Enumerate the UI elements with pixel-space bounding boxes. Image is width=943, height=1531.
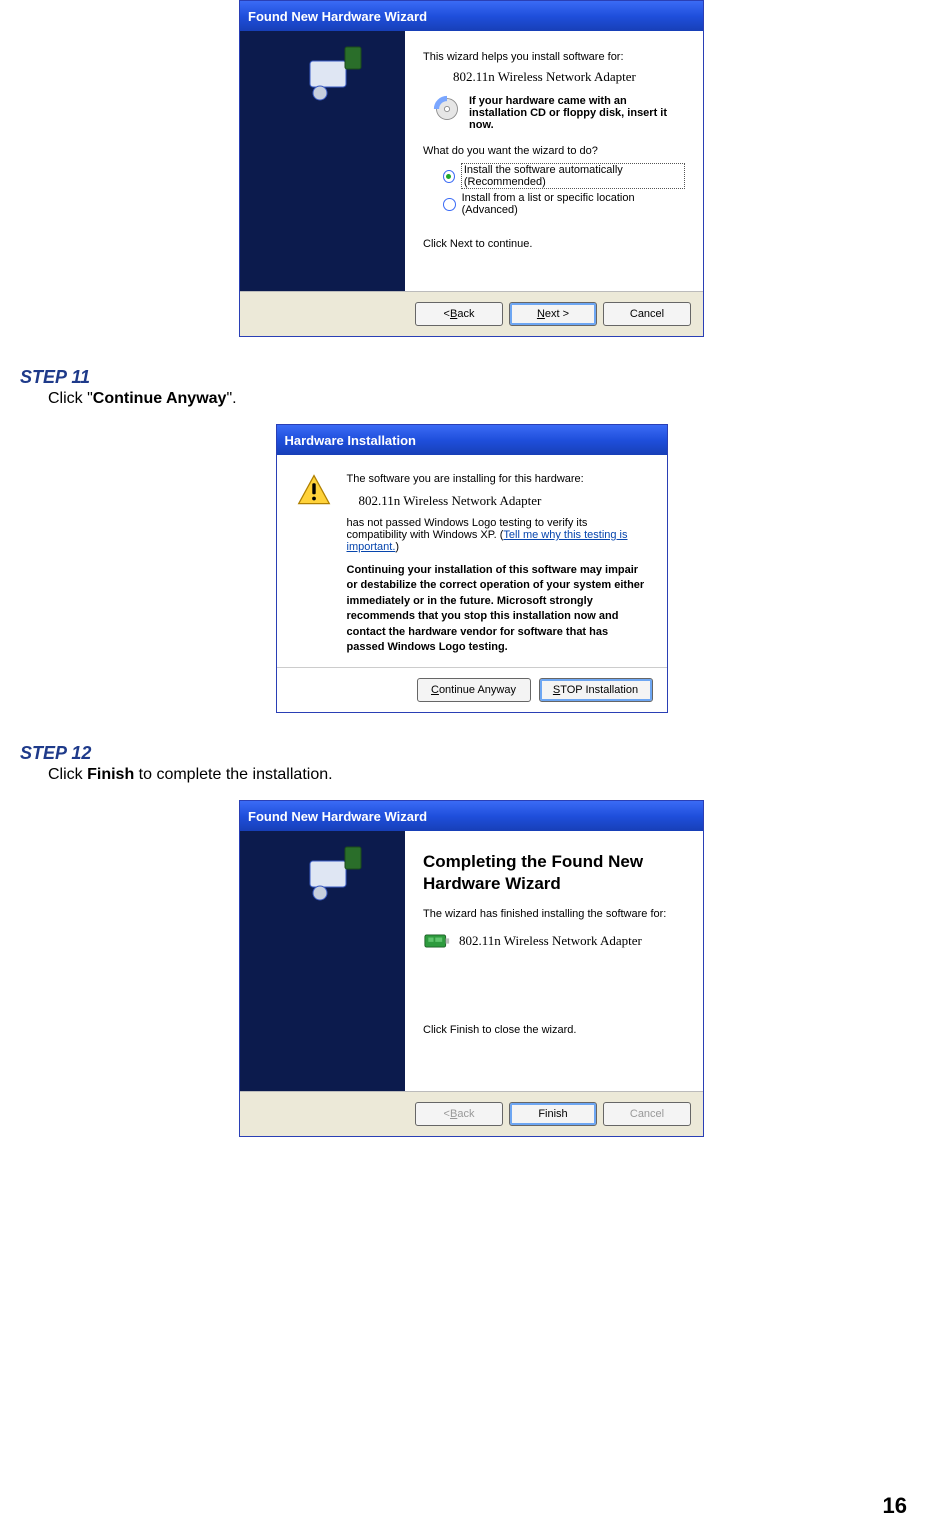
network-adapter-icon [423,928,451,954]
cancel-button: Cancel [603,1102,691,1126]
next-button[interactable]: Next > [509,302,597,326]
wizard-graphic-icon [300,841,370,911]
window-title: Found New Hardware Wizard [248,9,427,24]
wizard-graphic-icon [300,41,370,111]
step-12-heading: STEP 12 [20,743,923,764]
click-next-text: Click Next to continue. [423,238,685,250]
intro-text: This wizard helps you install software f… [423,51,685,63]
back-button[interactable]: < Back [415,302,503,326]
step-11-heading: STEP 11 [20,367,923,388]
found-new-hardware-wizard-1: Found New Hardware Wizard This wizard he… [239,0,704,337]
back-button: < Back [415,1102,503,1126]
finished-text: The wizard has finished installing the s… [423,908,685,920]
warning-icon [297,473,331,507]
warn-line1: The software you are installing for this… [347,473,647,485]
radio-auto-label: Install the software automatically (Reco… [461,163,685,189]
side-graphic-panel [240,831,405,1091]
side-graphic-panel [240,31,405,291]
cancel-button[interactable]: Cancel [603,302,691,326]
window-title: Found New Hardware Wizard [248,809,427,824]
found-new-hardware-wizard-complete: Found New Hardware Wizard Completing the… [239,800,704,1137]
continue-anyway-button[interactable]: Continue Anyway [417,678,531,702]
logo-test-text: has not passed Windows Logo testing to v… [347,517,647,553]
question-text: What do you want the wizard to do? [423,145,685,157]
click-finish-text: Click Finish to close the wizard. [423,1024,685,1036]
radio-advanced-install[interactable]: Install from a list or specific location… [443,192,685,216]
completion-heading: Completing the Found New Hardware Wizard [423,851,685,894]
radio-icon [443,170,455,183]
device-name: 802.11n Wireless Network Adapter [359,493,647,509]
hardware-installation-warning: Hardware Installation The software you a… [276,424,668,713]
device-name: 802.11n Wireless Network Adapter [453,69,685,85]
step-11-text: Click "Continue Anyway". [48,390,923,408]
cd-instruction: If your hardware came with an installati… [469,95,685,131]
titlebar: Found New Hardware Wizard [240,1,703,31]
device-name: 802.11n Wireless Network Adapter [459,933,642,949]
radio-advanced-label: Install from a list or specific location… [462,192,685,216]
radio-icon [443,198,456,211]
cd-icon [433,95,461,123]
finish-button[interactable]: Finish [509,1102,597,1126]
stop-installation-button[interactable]: STOP Installation [539,678,653,702]
page-number: 16 [883,1493,907,1519]
step-12-text: Click Finish to complete the installatio… [48,766,923,784]
window-title: Hardware Installation [285,433,416,448]
warning-bold-text: Continuing your installation of this sof… [347,563,647,655]
radio-auto-install[interactable]: Install the software automatically (Reco… [443,163,685,189]
titlebar: Found New Hardware Wizard [240,801,703,831]
titlebar: Hardware Installation [277,425,667,455]
